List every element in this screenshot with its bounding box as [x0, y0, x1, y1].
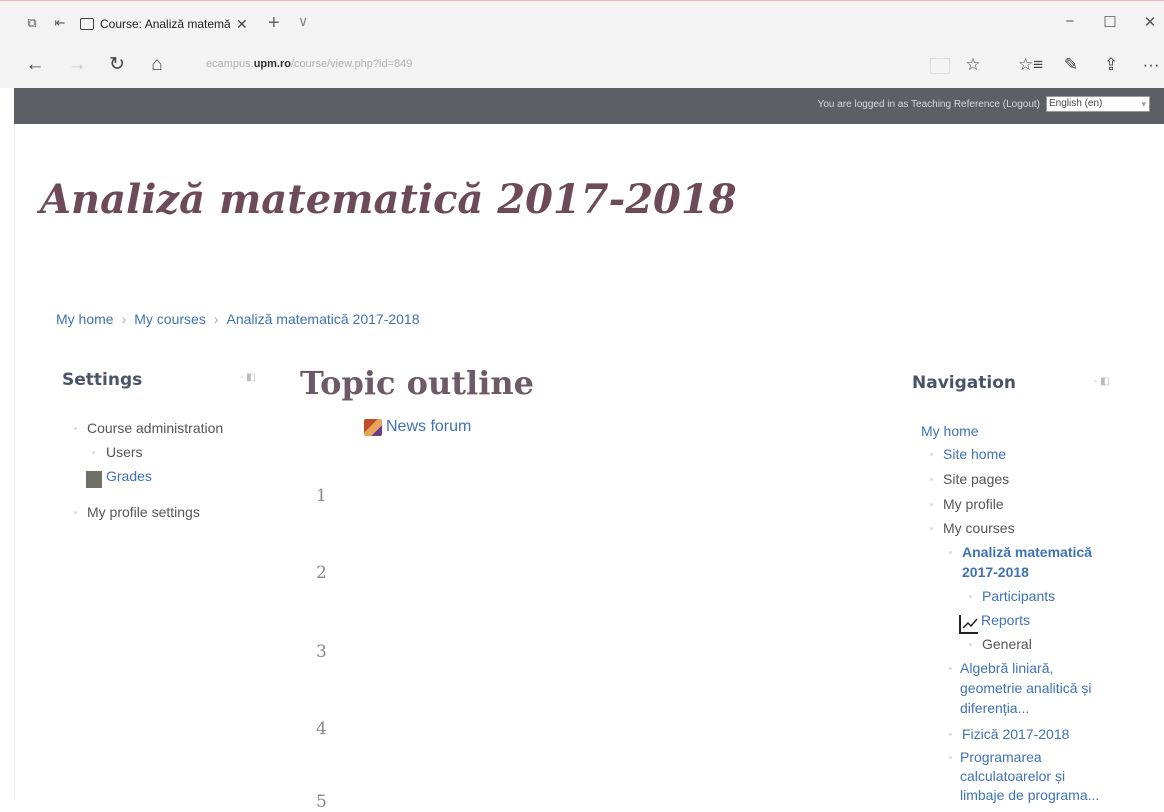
nav-course-line: Programarea	[960, 749, 1042, 765]
favorite-star-icon[interactable]: ☆	[962, 54, 984, 76]
url-path: /course/view.php?id=849	[290, 58, 413, 70]
refresh-icon[interactable]: ↻	[106, 54, 128, 76]
settings-block-title: Settings	[62, 370, 143, 390]
section-number: 4	[316, 719, 327, 739]
browser-tab-bar: ⧉ ⇤ Course: Analiză matemă ✕ + ∨ − ☐ ✕	[0, 0, 1164, 44]
web-note-icon[interactable]: ✎	[1060, 54, 1082, 76]
nav-my-profile[interactable]: My profile	[943, 496, 1004, 512]
bullet	[969, 595, 972, 598]
browser-tab[interactable]: Course: Analiză matemă ✕	[80, 11, 262, 37]
site-header: You are logged in as Teaching Reference …	[14, 88, 1164, 124]
minimize-icon[interactable]: −	[1060, 13, 1080, 30]
section-number: 1	[316, 486, 327, 506]
page-border	[14, 124, 15, 800]
bullet	[74, 511, 77, 514]
settings-users[interactable]: Users	[106, 444, 143, 460]
close-tab-icon[interactable]: ✕	[236, 16, 248, 33]
url-prefix: ecampus.	[206, 58, 254, 70]
breadcrumb-separator: ›	[213, 311, 219, 327]
section-number: 5	[316, 792, 327, 812]
settings-block-toggle-icon[interactable]: - ◧	[240, 372, 256, 386]
section-number: 2	[316, 563, 327, 583]
bullet	[969, 643, 972, 646]
url-field[interactable]: ecampus.upm.ro/course/view.php?id=849	[206, 58, 412, 70]
settings-course-administration[interactable]: Course administration	[87, 420, 223, 436]
breadcrumb-separator: ›	[121, 311, 127, 327]
more-icon[interactable]: ···	[1140, 54, 1162, 76]
new-tab-icon[interactable]: +	[268, 13, 280, 33]
nav-site-pages[interactable]: Site pages	[943, 471, 1009, 487]
nav-course-fizica[interactable]: Fizică 2017-2018	[962, 726, 1069, 742]
nav-current-course-line: 2017-2018	[962, 564, 1029, 580]
breadcrumb: My home › My courses › Analiză matematică 20…	[56, 311, 420, 327]
nav-course-line: Algebră liniară,	[960, 660, 1054, 676]
breadcrumb-current-course[interactable]: Analiză matematică 2017-2018	[227, 311, 420, 327]
nav-general[interactable]: General	[982, 636, 1032, 652]
bullet	[74, 427, 77, 430]
nav-participants[interactable]: Participants	[982, 588, 1055, 604]
share-icon[interactable]: ⇪	[1100, 54, 1122, 76]
navigation-block-toggle-icon[interactable]: - ◧	[1094, 376, 1110, 390]
reading-view-icon[interactable]	[930, 58, 950, 74]
topic-outline-heading: Topic outline	[300, 364, 534, 402]
page-icon	[80, 18, 94, 30]
nav-reports[interactable]: Reports	[981, 612, 1030, 628]
bullet	[930, 527, 933, 530]
bullet	[949, 756, 952, 759]
bullet	[930, 503, 933, 506]
bullet	[930, 453, 933, 456]
navigation-block-title: Navigation	[912, 373, 1016, 393]
nav-my-courses[interactable]: My courses	[943, 520, 1015, 536]
tab-preview-chevron-icon[interactable]: ∨	[298, 13, 308, 30]
bullet	[92, 451, 95, 454]
login-info[interactable]: You are logged in as Teaching Reference …	[818, 99, 1040, 110]
nav-current-course-line: Analiză matematică	[962, 544, 1092, 560]
nav-course-line: diferenția...	[960, 700, 1030, 716]
forward-icon[interactable]: →	[66, 54, 88, 76]
breadcrumb-my-home[interactable]: My home	[56, 311, 114, 327]
nav-my-home[interactable]: My home	[921, 423, 979, 439]
bullet	[949, 733, 952, 736]
url-host: upm.ro	[253, 58, 291, 70]
settings-my-profile-settings[interactable]: My profile settings	[87, 504, 200, 520]
chevron-down-icon: ▾	[1141, 99, 1146, 109]
language-select[interactable]: English (en) ▾	[1046, 96, 1150, 112]
nav-course-line: calculatoarelor și	[960, 768, 1066, 784]
nav-site-home[interactable]: Site home	[943, 446, 1006, 462]
favorites-hub-icon[interactable]: ☆≡	[1018, 54, 1043, 76]
set-tabs-aside-icon[interactable]: ⇤	[52, 15, 68, 31]
settings-grades[interactable]: Grades	[106, 468, 152, 484]
bullet	[949, 551, 952, 554]
course-title: Analiză matematică 2017-2018	[40, 176, 737, 223]
nav-course-line: geometrie analitică și	[960, 680, 1092, 696]
language-value: English (en)	[1049, 98, 1103, 109]
forum-icon	[364, 419, 382, 436]
back-icon[interactable]: ←	[24, 54, 46, 76]
reports-chart-icon	[959, 615, 978, 634]
section-number: 3	[316, 642, 327, 662]
bullet	[949, 667, 952, 670]
tab-actions-icon[interactable]: ⧉	[24, 15, 40, 31]
home-icon[interactable]: ⌂	[146, 54, 168, 76]
news-forum-link[interactable]: News forum	[386, 418, 471, 436]
nav-course-line: limbaje de programa...	[960, 787, 1100, 803]
breadcrumb-my-courses[interactable]: My courses	[134, 311, 206, 327]
browser-address-bar: ← → ↻ ⌂ ecampus.upm.ro/course/view.php?i…	[0, 44, 1164, 88]
tab-title: Course: Analiză matemă	[100, 17, 230, 31]
bullet	[930, 478, 933, 481]
grades-icon	[86, 471, 102, 488]
restore-icon[interactable]: ☐	[1100, 13, 1120, 31]
window-close-icon[interactable]: ✕	[1140, 13, 1160, 31]
